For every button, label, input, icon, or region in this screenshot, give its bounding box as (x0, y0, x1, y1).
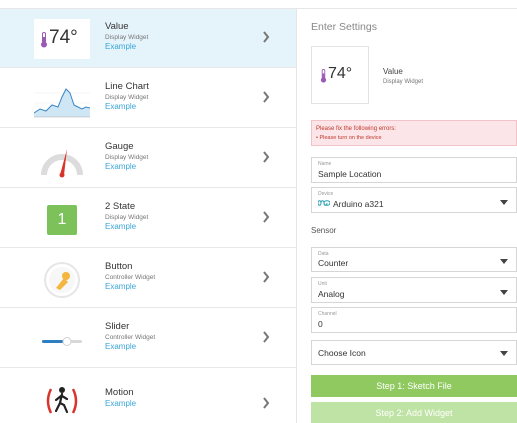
unit-select-value: Analog (318, 289, 345, 299)
value-thumbnail-text: 74° (49, 27, 78, 48)
widget-type: Controller Widget (105, 334, 156, 341)
button-thumbnail (34, 259, 90, 299)
name-field-label: Name (318, 161, 332, 167)
widget-example-link[interactable]: Example (105, 282, 155, 292)
unit-select[interactable]: Unit Analog (311, 277, 517, 303)
widget-example-link[interactable]: Example (105, 222, 148, 232)
device-select-value: Arduino a321 (333, 199, 384, 209)
step2-add-widget-button[interactable]: Step 2: Add Widget (311, 402, 517, 423)
chevron-right-icon (263, 151, 270, 163)
two-state-value: 1 (57, 211, 67, 228)
chevron-right-icon (263, 31, 270, 43)
chevron-down-icon (500, 351, 508, 356)
widget-type: Display Widget (105, 154, 149, 161)
chevron-right-icon (263, 271, 270, 283)
slider-icon (42, 337, 82, 346)
chevron-right-icon (263, 211, 270, 223)
widget-example-link[interactable]: Example (105, 399, 136, 409)
widget-name: Slider (105, 321, 130, 332)
name-field[interactable]: Name Sample Location (311, 157, 517, 183)
two-state-thumbnail: 1 (34, 199, 90, 239)
widget-item-2-state[interactable]: 1 2 State Display Widget Example (0, 189, 296, 248)
widget-item-value[interactable]: 74° Value Display Widget Example (0, 9, 296, 68)
chevron-down-icon (500, 259, 508, 264)
thermometer-icon (320, 69, 327, 83)
preview-value: 74° (328, 65, 353, 82)
widget-example-link[interactable]: Example (105, 342, 155, 352)
widget-item-gauge[interactable]: Gauge Display Widget Example (0, 129, 296, 188)
widget-type: Controller Widget (105, 274, 156, 281)
error-title: Please fix the following errors: (316, 126, 397, 132)
channel-field[interactable]: Channel 0 (311, 307, 517, 333)
motion-thumbnail (34, 379, 90, 419)
slider-thumbnail (34, 319, 90, 359)
sensor-heading: Sensor (311, 226, 337, 235)
widget-example-link[interactable]: Example (105, 42, 148, 52)
data-select[interactable]: Data Counter (311, 247, 517, 272)
infinity-icon (318, 200, 330, 206)
widget-type: Display Widget (105, 34, 149, 41)
widget-type: Display Widget (105, 214, 149, 221)
button-icon (44, 262, 80, 298)
widget-example-link[interactable]: Example (105, 162, 148, 172)
gauge-icon (41, 149, 83, 178)
data-select-value: Counter (318, 258, 349, 268)
settings-title: Enter Settings (311, 21, 377, 33)
error-item-text: Please turn on the device (319, 135, 382, 141)
thermometer-icon (41, 32, 47, 48)
line-chart-thumbnail (33, 79, 91, 119)
gauge-thumbnail (34, 139, 90, 179)
widget-name: 2 State (105, 201, 136, 212)
error-alert: Please fix the following errors: • Pleas… (311, 120, 517, 146)
channel-field-value: 0 (318, 319, 323, 329)
preview-type: Display Widget (383, 79, 424, 85)
widget-type: Display Widget (105, 94, 149, 101)
widget-name: Button (105, 261, 133, 272)
data-select-label: Data (318, 251, 329, 257)
chevron-right-icon (263, 91, 270, 103)
line-chart-icon (33, 88, 91, 118)
widget-example-link[interactable]: Example (105, 102, 149, 112)
chevron-down-icon (500, 200, 508, 205)
chevron-right-icon (263, 397, 270, 409)
panel-divider (296, 9, 297, 423)
icon-select-value: Choose Icon (318, 348, 366, 358)
widget-name: Motion (105, 387, 134, 398)
widget-preview: 74° (311, 46, 369, 104)
widget-item-button[interactable]: Button Controller Widget Example (0, 249, 296, 308)
device-select-label: Device (318, 191, 334, 197)
icon-select[interactable]: Choose Icon (311, 340, 517, 365)
preview-name: Value (383, 67, 403, 76)
widget-item-line-chart[interactable]: Line Chart Display Widget Example (0, 69, 296, 128)
widget-name: Value (105, 21, 129, 32)
channel-field-label: Channel (318, 311, 337, 317)
widget-item-slider[interactable]: Slider Controller Widget Example (0, 309, 296, 368)
widget-item-motion[interactable]: Motion Example (0, 369, 296, 423)
widget-name: Line Chart (105, 81, 149, 92)
two-state-box: 1 (47, 205, 77, 235)
widget-name: Gauge (105, 141, 134, 152)
chevron-down-icon (500, 290, 508, 295)
name-field-value: Sample Location (318, 169, 382, 179)
error-item: • Please turn on the device (316, 135, 382, 141)
value-thumbnail: 74° (34, 19, 90, 59)
device-select[interactable]: Device Arduino a321 (311, 187, 517, 213)
unit-select-label: Unit (318, 281, 327, 287)
step1-sketch-file-button[interactable]: Step 1: Sketch File (311, 375, 517, 397)
chevron-right-icon (263, 331, 270, 343)
motion-person-icon (46, 387, 78, 414)
